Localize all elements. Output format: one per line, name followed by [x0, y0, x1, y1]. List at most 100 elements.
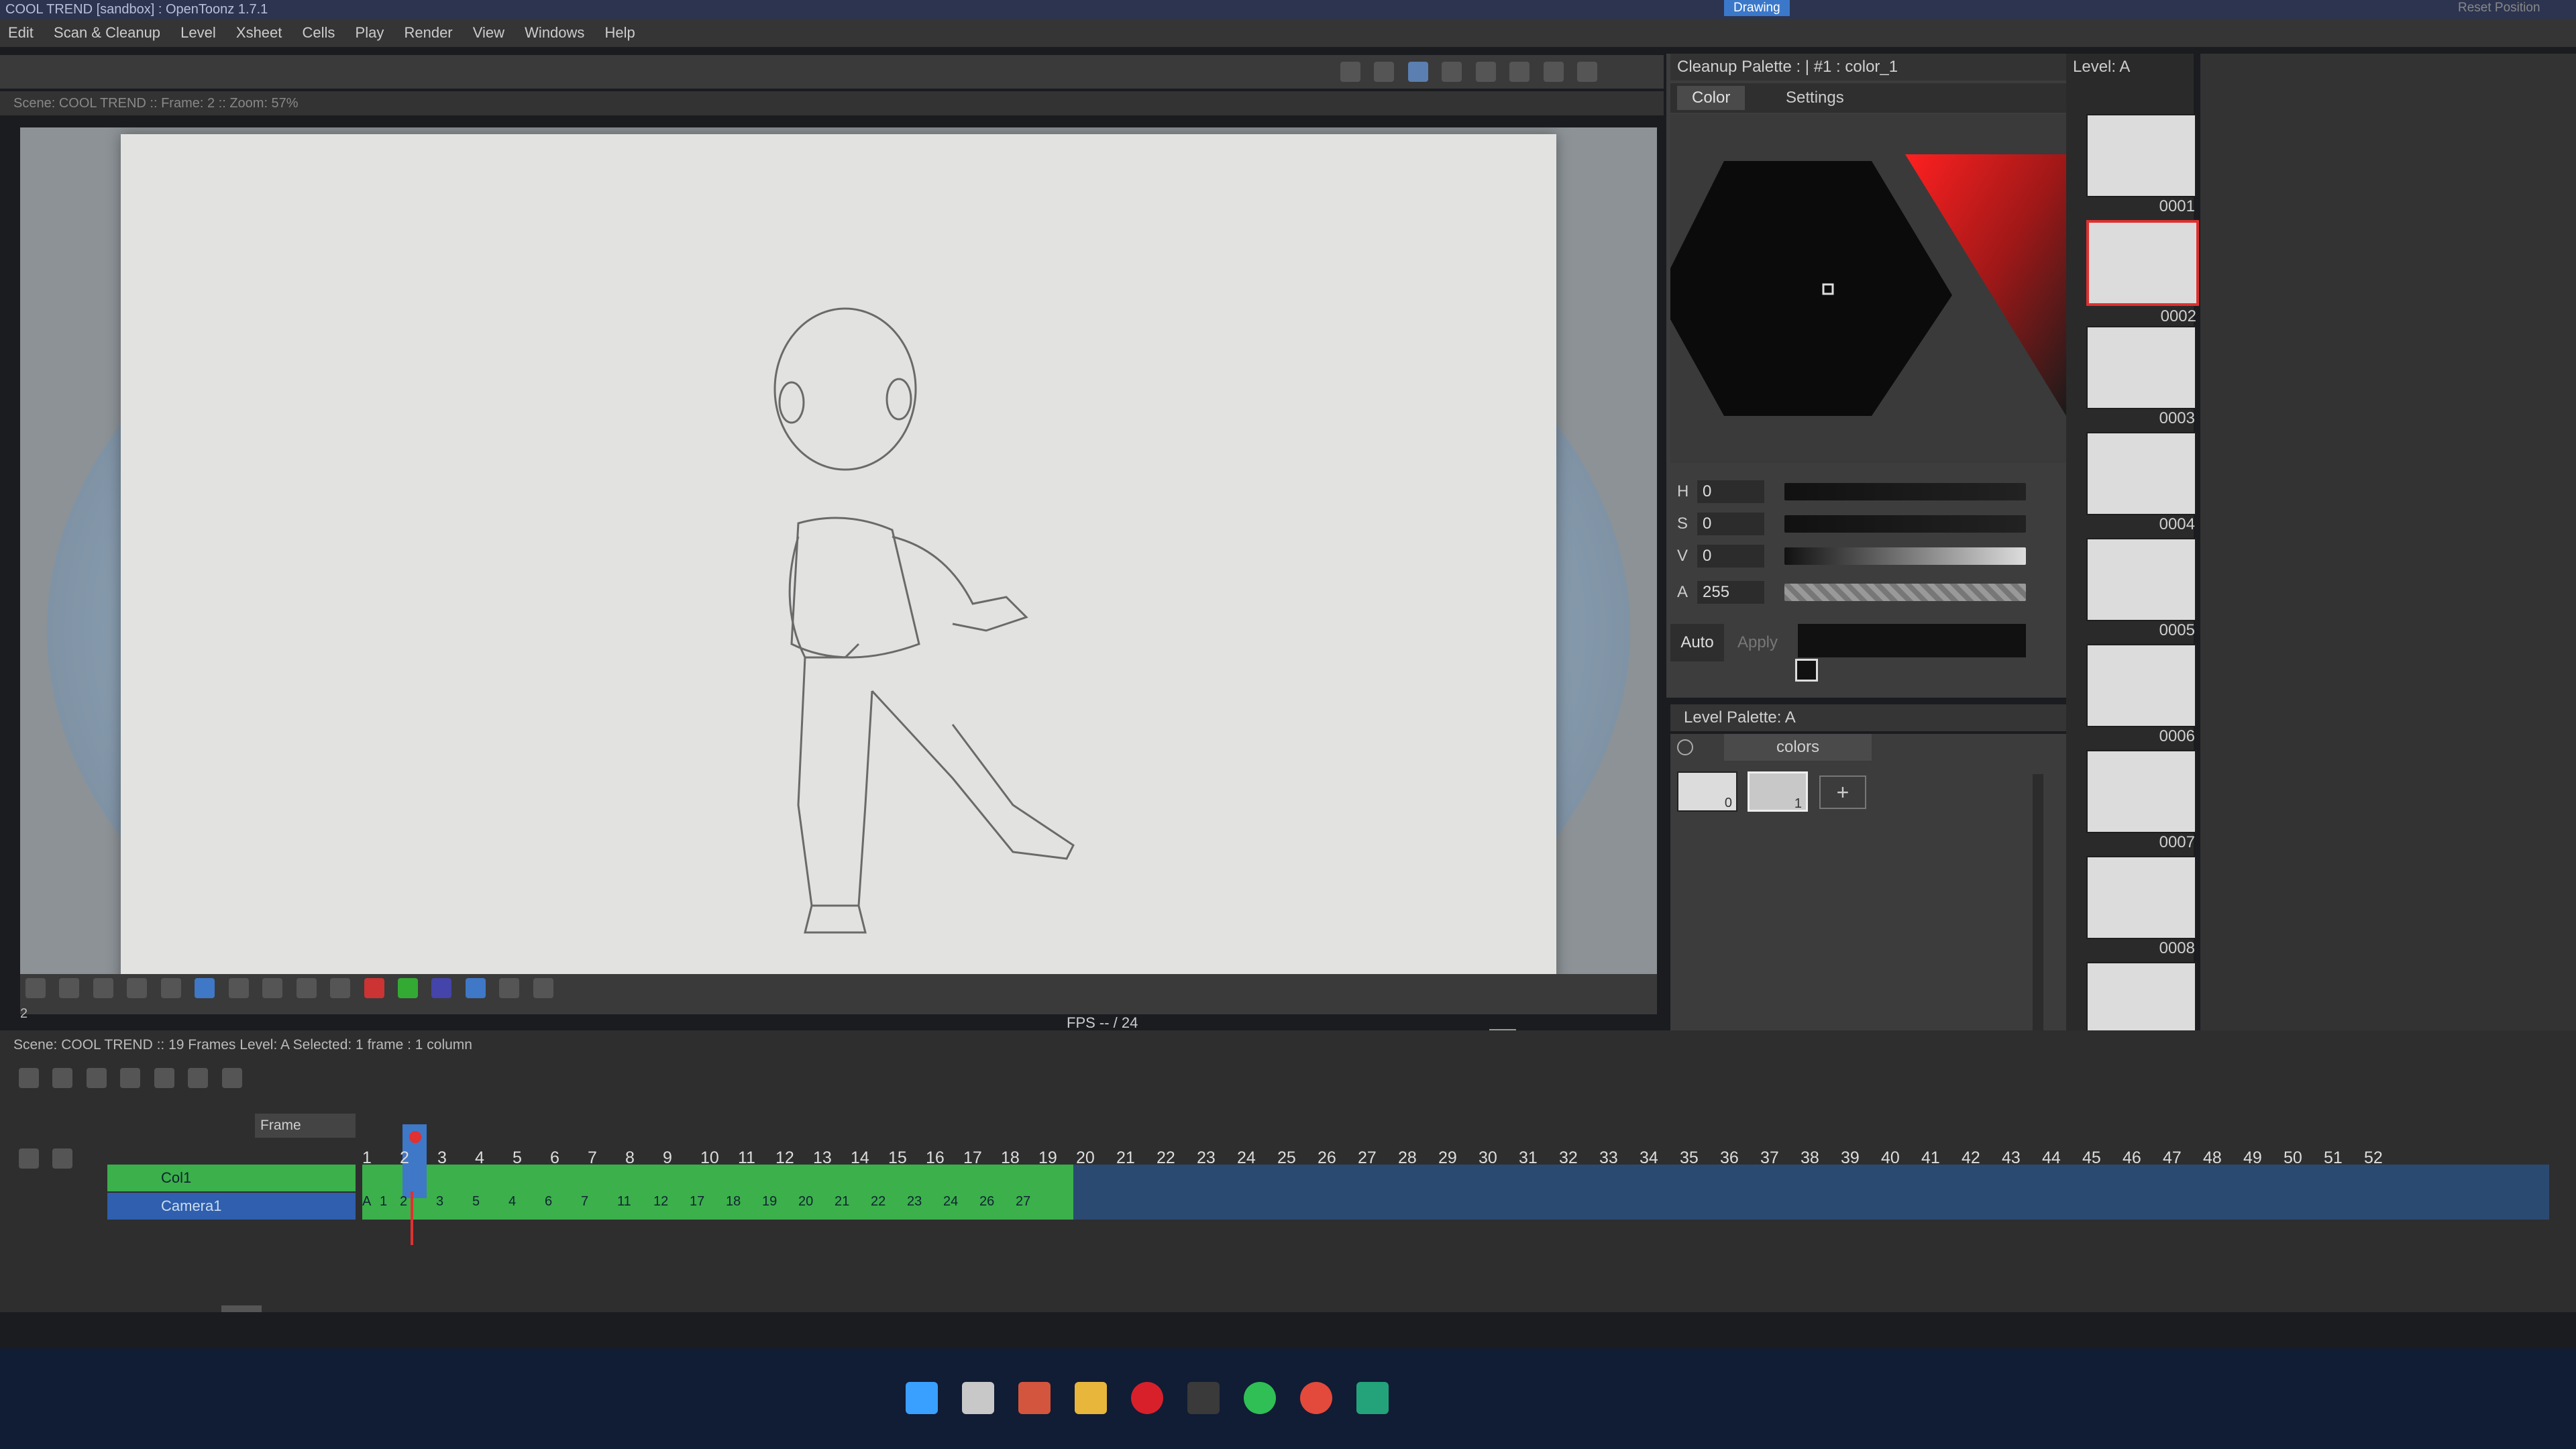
taskview-icon[interactable] — [962, 1382, 994, 1414]
slider-v[interactable]: V 0 — [1670, 541, 2073, 572]
frame-number: 40 — [1881, 1148, 1900, 1167]
menu-view[interactable]: View — [465, 19, 513, 47]
frame-field[interactable]: 2 — [20, 1006, 28, 1022]
save-icon[interactable] — [52, 1068, 73, 1088]
tab-color[interactable]: Color — [1677, 86, 1746, 110]
spotify-icon[interactable] — [1244, 1382, 1276, 1414]
viewer-canvas[interactable] — [20, 127, 1657, 1000]
color-wheel-area[interactable] — [1670, 114, 2073, 463]
red-channel-icon[interactable] — [364, 978, 384, 998]
game-app-icon[interactable] — [1187, 1382, 1220, 1414]
prev-frame-icon[interactable] — [160, 978, 181, 998]
3d-view-icon[interactable] — [1442, 62, 1462, 82]
sound-icon[interactable] — [465, 978, 486, 998]
slider-a[interactable]: A 255 — [1670, 577, 2073, 608]
column-col1[interactable]: Col1 — [107, 1165, 356, 1191]
menu-cells[interactable]: Cells — [294, 19, 343, 47]
palette-scrollbar[interactable] — [2033, 774, 2043, 1069]
playhead-onion-icon[interactable] — [409, 1131, 421, 1143]
v-track[interactable] — [1784, 547, 2026, 565]
duplicate-icon[interactable] — [120, 1068, 141, 1088]
cell-value: 23 — [907, 1194, 922, 1209]
first-frame-icon[interactable] — [127, 978, 148, 998]
reset-position-label[interactable]: Reset Position — [2449, 0, 2550, 16]
green-channel-icon[interactable] — [397, 978, 418, 998]
style-chip-0[interactable]: 0 — [1677, 771, 1737, 812]
empty-cells[interactable] — [1073, 1165, 2549, 1220]
loop-icon[interactable] — [262, 978, 283, 998]
windows-start-icon[interactable] — [906, 1382, 938, 1414]
slider-s[interactable]: S 0 — [1670, 508, 2073, 539]
play-icon[interactable] — [228, 978, 249, 998]
office-icon[interactable] — [1018, 1382, 1051, 1414]
frame-thumb[interactable]: 0007 — [2086, 750, 2196, 851]
camera-icon[interactable] — [1475, 62, 1496, 82]
tab-settings[interactable]: Settings — [1771, 86, 1859, 110]
preview-eye-icon[interactable] — [1543, 62, 1564, 82]
s-value[interactable]: 0 — [1697, 513, 1764, 535]
field-guide-icon[interactable] — [1374, 62, 1395, 82]
heart-app-icon[interactable] — [1131, 1382, 1163, 1414]
auto-button[interactable]: Auto — [1670, 624, 1724, 661]
histogram-icon[interactable] — [499, 978, 520, 998]
frame-thumb[interactable]: 0008 — [2086, 856, 2196, 957]
apply-button[interactable]: Apply — [1731, 624, 1784, 661]
column-camera1[interactable]: Camera1 — [107, 1193, 356, 1220]
frame-thumb[interactable]: 0004 — [2086, 432, 2196, 533]
camstand-visible-icon[interactable] — [52, 1148, 73, 1169]
frame-thumb[interactable]: 0005 — [2086, 538, 2196, 639]
new-level-icon[interactable] — [19, 1068, 39, 1088]
insert-icon[interactable] — [86, 1068, 107, 1088]
menu-icon[interactable] — [25, 978, 46, 998]
camera-view-icon[interactable] — [1407, 62, 1428, 82]
freeze-icon[interactable] — [1509, 62, 1530, 82]
slider-h[interactable]: H 0 — [1670, 476, 2073, 507]
frame-number: 38 — [1801, 1148, 1819, 1167]
room-tab-drawing[interactable]: Drawing — [1724, 0, 1790, 16]
frame-thumb[interactable]: 0006 — [2086, 644, 2196, 745]
preview-visible-icon[interactable] — [19, 1148, 39, 1169]
v-value[interactable]: 0 — [1697, 545, 1764, 568]
sub-camera-icon[interactable] — [1577, 62, 1598, 82]
checkerboard-icon[interactable] — [93, 978, 113, 998]
menu-play[interactable]: Play — [347, 19, 392, 47]
menu-windows[interactable]: Windows — [517, 19, 592, 47]
s-track[interactable] — [1784, 515, 2026, 533]
menu-help[interactable]: Help — [597, 19, 643, 47]
palette-icon[interactable] — [1677, 739, 1693, 755]
increment-icon[interactable] — [188, 1068, 209, 1088]
menu-xsheet[interactable]: Xsheet — [228, 19, 290, 47]
frame-thumb[interactable]: 0003 — [2086, 326, 2196, 427]
zoom-icon[interactable] — [533, 978, 553, 998]
menu-render[interactable]: Render — [396, 19, 460, 47]
next-frame-icon[interactable] — [296, 978, 317, 998]
frame-zoom-dropdown[interactable]: Frame — [255, 1114, 356, 1138]
opentoonz-icon[interactable] — [1356, 1382, 1389, 1414]
frame-thumb-selected[interactable]: 0002 — [2086, 220, 2199, 325]
grid-icon[interactable] — [59, 978, 80, 998]
hexagon-color-picker[interactable] — [1670, 114, 2073, 463]
value-hexagon[interactable] — [1670, 161, 1952, 416]
menu-level[interactable]: Level — [172, 19, 224, 47]
last-frame-icon[interactable] — [330, 978, 351, 998]
pause-icon[interactable] — [195, 978, 215, 998]
h-track[interactable] — [1784, 483, 2026, 500]
file-explorer-icon[interactable] — [1075, 1382, 1107, 1414]
a-value[interactable]: 255 — [1697, 581, 1764, 604]
frame-number: 16 — [926, 1148, 945, 1167]
add-style-button[interactable]: + — [1819, 775, 1866, 809]
reverse-icon[interactable] — [154, 1068, 174, 1088]
menu-scan-cleanup[interactable]: Scan & Cleanup — [46, 19, 168, 47]
menu-edit[interactable]: Edit — [0, 19, 42, 47]
h-value[interactable]: 0 — [1697, 480, 1764, 503]
safe-area-icon[interactable] — [1340, 62, 1360, 82]
blue-channel-icon[interactable] — [431, 978, 452, 998]
chrome-icon[interactable] — [1300, 1382, 1332, 1414]
random-icon[interactable] — [221, 1068, 242, 1088]
camera-frame[interactable] — [121, 134, 1556, 993]
style-chip-1[interactable]: 1 — [1748, 771, 1808, 812]
palette-page-tab-colors[interactable]: colors — [1724, 734, 1872, 761]
a-track[interactable] — [1784, 584, 2026, 601]
frame-thumb[interactable]: 0001 — [2086, 114, 2196, 215]
timeline-zoom-slider[interactable] — [221, 1305, 262, 1312]
